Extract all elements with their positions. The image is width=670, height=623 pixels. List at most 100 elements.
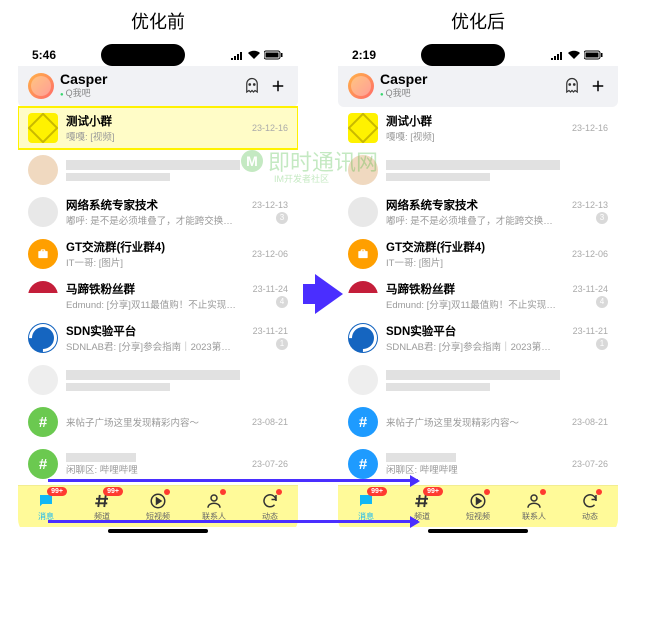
chat-list: 测试小群 嘎嘎: [视频] 23-12-16 网络系统专家技术 嘟呼: 是不是必… bbox=[18, 107, 298, 485]
chat-preview: SDNLAB君: [分享]参会指南｜2023第六届… bbox=[66, 339, 240, 353]
chat-row[interactable] bbox=[18, 149, 298, 191]
chat-preview: Edmund: [分享]双11最值购！不止实现喝… bbox=[386, 297, 560, 311]
chat-row[interactable]: 网络系统专家技术 嘟呼: 是不是必须堆叠了，才能跨交换机… 23-12-13 3 bbox=[18, 191, 298, 233]
app-header: Casper Q我吧 bbox=[18, 66, 298, 107]
notification-dot bbox=[276, 489, 282, 495]
dynamic-island bbox=[101, 44, 185, 66]
chat-date: 23-12-16 bbox=[568, 123, 608, 133]
chat-preview: 来帖子广场这里发现精彩内容～ bbox=[386, 415, 560, 429]
plus-icon[interactable] bbox=[588, 76, 608, 96]
clock: 5:46 bbox=[32, 48, 56, 62]
chat-row[interactable]: # 来帖子广场这里发现精彩内容～ 23-08-21 bbox=[18, 401, 298, 443]
chat-date: 23-11-21 bbox=[248, 326, 288, 336]
avatar-grid-icon bbox=[348, 365, 378, 395]
tab-label: 联系人 bbox=[522, 511, 546, 522]
big-arrow-icon bbox=[315, 274, 343, 314]
chat-row[interactable]: 马蹄铁粉丝群 Edmund: [分享]双11最值购！不止实现喝… 23-11-2… bbox=[338, 275, 618, 317]
avatar-hash-icon: # bbox=[28, 449, 58, 479]
badge-99: 99+ bbox=[367, 487, 387, 496]
chat-row[interactable]: 马蹄铁粉丝群 Edmund: [分享]双11最值购！不止实现喝… 23-11-2… bbox=[18, 275, 298, 317]
notification-dot bbox=[596, 489, 602, 495]
plus-icon[interactable] bbox=[268, 76, 288, 96]
watermark-sub: IM开发者社区 bbox=[274, 172, 329, 185]
clock: 2:19 bbox=[352, 48, 376, 62]
chat-preview: 闲聊区: 哔哩哔哩 bbox=[66, 462, 240, 476]
header-subtitle: Q我吧 bbox=[380, 86, 556, 99]
chat-preview: IT一哥: [图片] bbox=[66, 255, 240, 269]
chat-preview: 嘎嘎: [视频] bbox=[66, 129, 240, 143]
chat-row[interactable]: GT交流群(行业群4) IT一哥: [图片] 23-12-06 bbox=[18, 233, 298, 275]
chat-row[interactable]: 测试小群 嘎嘎: [视频] 23-12-16 bbox=[18, 107, 298, 149]
chat-preview: Edmund: [分享]双11最值购！不止实现喝… bbox=[66, 297, 240, 311]
arrow-line-2 bbox=[48, 520, 418, 523]
avatar-group-icon bbox=[348, 197, 378, 227]
status-bar: 5:46 bbox=[18, 38, 298, 66]
avatar-photo bbox=[28, 155, 58, 185]
chat-name: 测试小群 bbox=[66, 113, 240, 129]
avatar-main[interactable] bbox=[348, 73, 374, 99]
tab-refresh[interactable]: 动态 bbox=[562, 486, 618, 527]
chat-preview: SDNLAB君: [分享]参会指南｜2023第六届… bbox=[386, 339, 560, 353]
chat-date: 23-12-13 bbox=[568, 200, 608, 210]
chat-name: 马蹄铁粉丝群 bbox=[66, 281, 240, 297]
avatar-group-icon bbox=[28, 197, 58, 227]
chat-name: 网络系统专家技术 bbox=[386, 197, 560, 213]
tab-play[interactable]: 短视频 bbox=[450, 486, 506, 527]
avatar-briefcase-icon bbox=[28, 239, 58, 269]
ghost-icon[interactable] bbox=[562, 76, 582, 96]
tab-label: 短视频 bbox=[466, 511, 490, 522]
notification-dot bbox=[484, 489, 490, 495]
chat-date: 23-07-26 bbox=[568, 459, 608, 469]
chat-row[interactable] bbox=[338, 149, 618, 191]
chat-date: 23-12-16 bbox=[248, 123, 288, 133]
chat-date: 23-08-21 bbox=[248, 417, 288, 427]
chat-row[interactable]: SDN实验平台 SDNLAB君: [分享]参会指南｜2023第六届… 23-11… bbox=[18, 317, 298, 359]
badge-99: 99+ bbox=[47, 487, 67, 496]
app-header: Casper Q我吧 bbox=[338, 66, 618, 107]
chat-row[interactable]: # 来帖子广场这里发现精彩内容～ 23-08-21 bbox=[338, 401, 618, 443]
chat-date: 23-11-24 bbox=[248, 284, 288, 294]
header-title: Casper bbox=[380, 72, 556, 86]
chat-preview: 嘎嘎: [视频] bbox=[386, 129, 560, 143]
chat-row[interactable] bbox=[18, 359, 298, 401]
unread-badge: 4 bbox=[596, 296, 608, 308]
avatar-hash-icon: # bbox=[348, 407, 378, 437]
chat-row[interactable] bbox=[338, 359, 618, 401]
unread-badge: 4 bbox=[276, 296, 288, 308]
phone-after: 2:19 Casper Q我吧 测试小群 bbox=[338, 38, 618, 537]
chat-row[interactable]: 网络系统专家技术 嘟呼: 是不是必须堆叠了，才能跨交换机… 23-12-13 3 bbox=[338, 191, 618, 233]
arrow-line-1 bbox=[48, 479, 418, 482]
status-icons bbox=[230, 50, 284, 60]
avatar-swirl-icon bbox=[348, 323, 378, 353]
chat-name: SDN实验平台 bbox=[66, 323, 240, 339]
ghost-icon[interactable] bbox=[242, 76, 262, 96]
chat-preview: 闲聊区: 哔哩哔哩 bbox=[386, 462, 560, 476]
chat-date: 23-12-13 bbox=[248, 200, 288, 210]
tab-person[interactable]: 联系人 bbox=[506, 486, 562, 527]
phone-before: 5:46 Casper Q我吧 测试小群 bbox=[18, 38, 298, 537]
chat-row[interactable]: 测试小群 嘎嘎: [视频] 23-12-16 bbox=[338, 107, 618, 149]
chat-list: 测试小群 嘎嘎: [视频] 23-12-16 网络系统专家技术 嘟呼: 是不是必… bbox=[338, 107, 618, 485]
unread-badge: 3 bbox=[276, 212, 288, 224]
avatar-main[interactable] bbox=[28, 73, 54, 99]
avatar-horse-icon bbox=[348, 281, 378, 311]
notification-dot bbox=[164, 489, 170, 495]
avatar-horse-icon bbox=[28, 281, 58, 311]
chat-name: 马蹄铁粉丝群 bbox=[386, 281, 560, 297]
chat-row[interactable]: GT交流群(行业群4) IT一哥: [图片] 23-12-06 bbox=[338, 233, 618, 275]
chat-date: 23-11-21 bbox=[568, 326, 608, 336]
chat-row[interactable]: SDN实验平台 SDNLAB君: [分享]参会指南｜2023第六届… 23-11… bbox=[338, 317, 618, 359]
badge-99: 99+ bbox=[103, 487, 123, 496]
unread-badge: 3 bbox=[596, 212, 608, 224]
label-before: 优化前 bbox=[18, 0, 298, 38]
chat-date: 23-08-21 bbox=[568, 417, 608, 427]
avatar-briefcase-icon bbox=[348, 239, 378, 269]
chat-date: 23-12-06 bbox=[568, 249, 608, 259]
label-after: 优化后 bbox=[338, 0, 618, 38]
chat-preview: 嘟呼: 是不是必须堆叠了，才能跨交换机… bbox=[386, 213, 560, 227]
avatar-swirl-icon bbox=[28, 323, 58, 353]
notification-dot bbox=[540, 489, 546, 495]
header-subtitle: Q我吧 bbox=[60, 86, 236, 99]
chat-name: SDN实验平台 bbox=[386, 323, 560, 339]
chat-name: 网络系统专家技术 bbox=[66, 197, 240, 213]
